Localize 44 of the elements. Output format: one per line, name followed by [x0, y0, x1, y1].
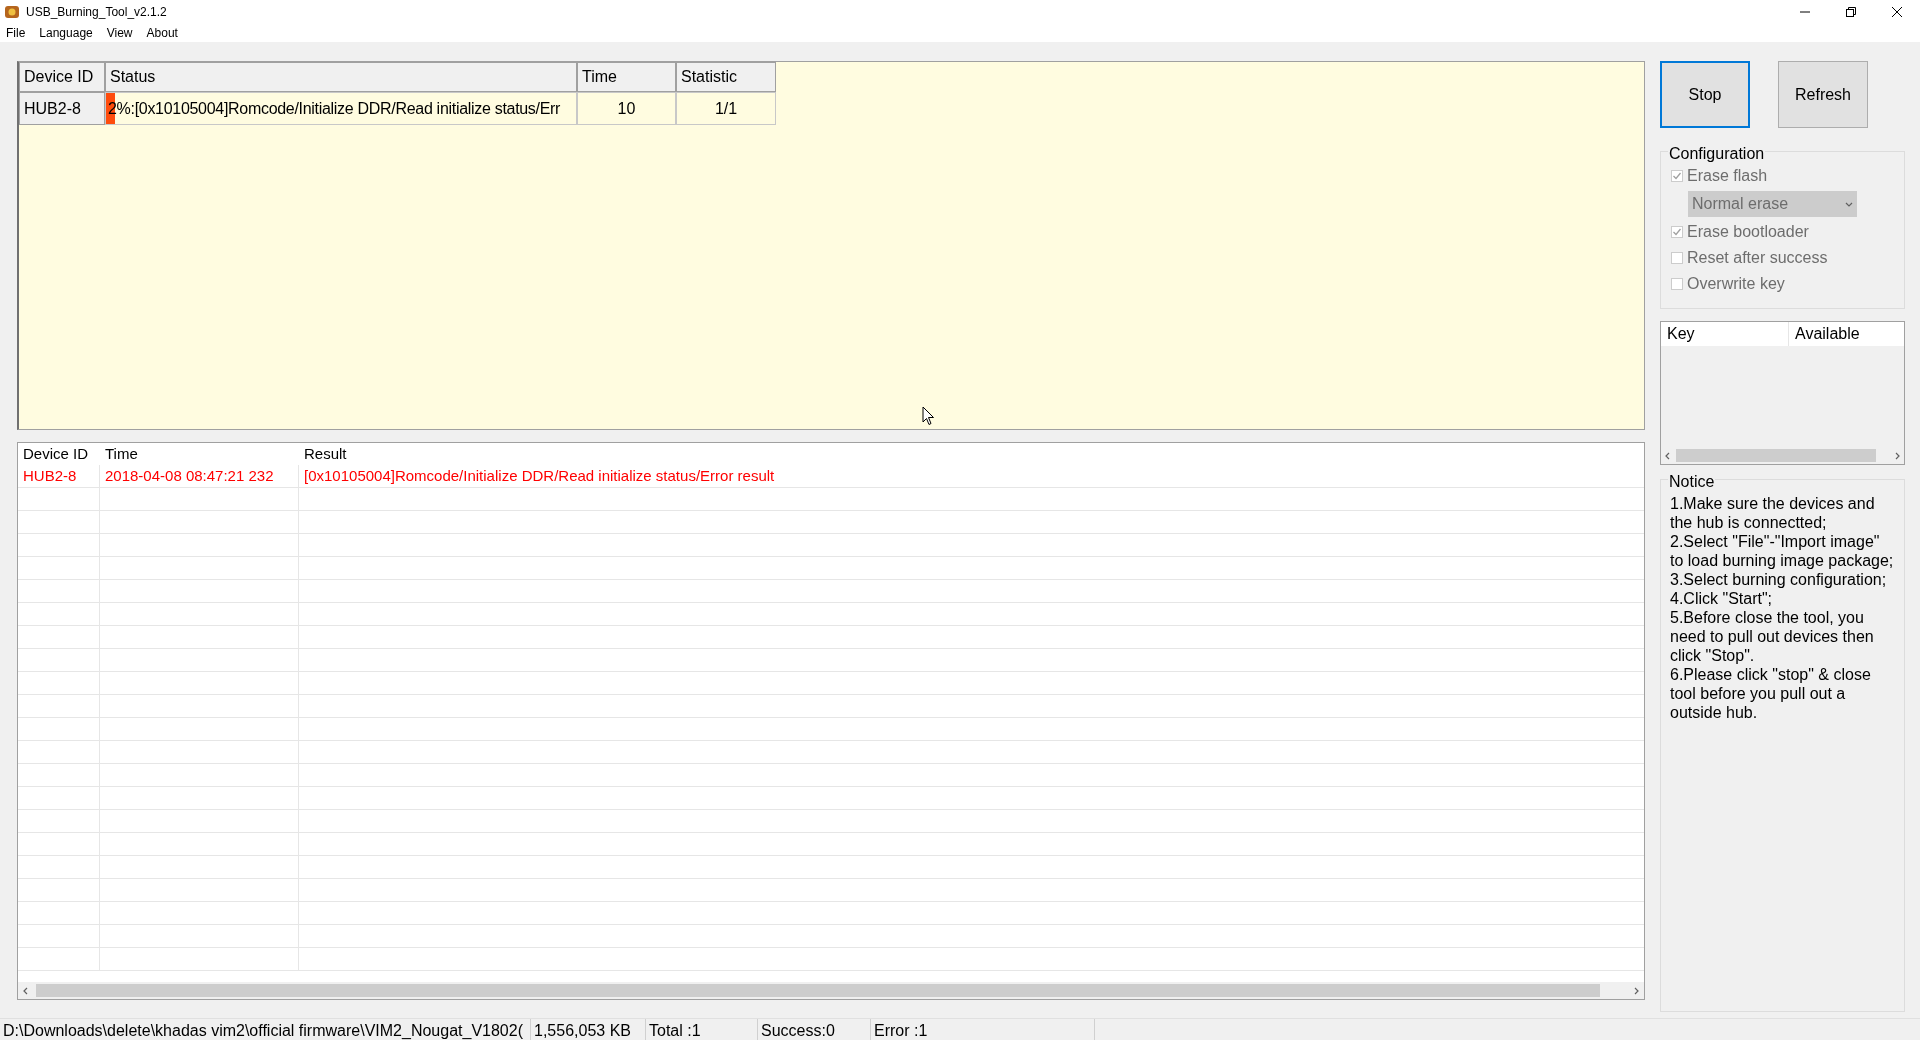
chevron-down-icon [1845, 200, 1853, 208]
scrollbar-thumb[interactable] [1676, 449, 1876, 462]
table-cell-text: [0x10105004]Romcode/Initialize DDR/Read initialize status/Error result [303, 465, 776, 486]
mouse-pointer-icon [922, 406, 935, 426]
menu-item[interactable]: View [106, 24, 133, 42]
table-cell: 2018-04-08 08:47:21 232 [100, 465, 299, 487]
refresh-button[interactable]: Refresh [1778, 61, 1868, 128]
restore-icon [1846, 7, 1856, 17]
notice-text: 1.Make sure the devices and the hub is connectted; 2.Select "File"-"Import image" to load burning image package; 3.Select burning configuration; 4.Click "Start"; 5.Before close the tool, you need to pull out devices then click "Stop". 6.Please click "stop" & close tool before you pull out a outside hub. [1670, 494, 1895, 722]
column-header[interactable]: Result [299, 443, 1644, 465]
close-icon [1892, 7, 1902, 17]
stop-button[interactable]: Stop [1660, 61, 1750, 128]
status-bar-text: Error :1 [871, 1019, 1095, 1040]
chevron-right-icon[interactable] [1632, 986, 1640, 995]
column-header[interactable]: Time [100, 443, 299, 465]
checkbox-label: Erase bootloader [1687, 222, 1809, 242]
chevron-right-icon[interactable] [1893, 451, 1901, 460]
column-header[interactable]: Key [1661, 322, 1789, 346]
checkbox-label: Overwrite key [1687, 274, 1785, 294]
window-title: USB_Burning_Tool_v2.1.2 [26, 4, 167, 21]
status-bar-text: 1,556,053 KB [531, 1019, 646, 1040]
table-cell: HUB2-8 [19, 92, 105, 125]
column-header[interactable]: Time [577, 62, 676, 92]
chevron-left-icon[interactable] [1664, 451, 1672, 460]
status-bar-text: Total :1 [646, 1019, 758, 1040]
column-header[interactable]: Available [1789, 322, 1904, 346]
horizontal-scrollbar[interactable] [18, 982, 1644, 999]
checkbox-label: Reset after success [1687, 248, 1828, 268]
status-bar-text: Success:0 [758, 1019, 871, 1040]
column-header[interactable]: Device ID [19, 62, 105, 92]
app-icon [4, 4, 20, 20]
menu-item[interactable]: Language [39, 24, 93, 42]
status-bar-text: D:\Downloads\delete\khadas vim2\official firmware\VIM2_Nougat_V1802( [0, 1019, 531, 1040]
column-header[interactable]: Device ID [18, 443, 100, 465]
table-cell: HUB2-8 [18, 465, 100, 487]
menu-item[interactable]: About [146, 24, 178, 42]
table-cell: 1/1 [676, 92, 776, 125]
table-cell: 10 [577, 92, 676, 125]
column-header[interactable]: Statistic [676, 62, 776, 92]
scrollbar-thumb[interactable] [36, 984, 1600, 997]
checkbox-label: Erase flash [1687, 166, 1768, 186]
menu-item[interactable]: File [6, 24, 26, 42]
column-header[interactable]: Status [105, 62, 577, 92]
chevron-left-icon[interactable] [22, 986, 30, 995]
